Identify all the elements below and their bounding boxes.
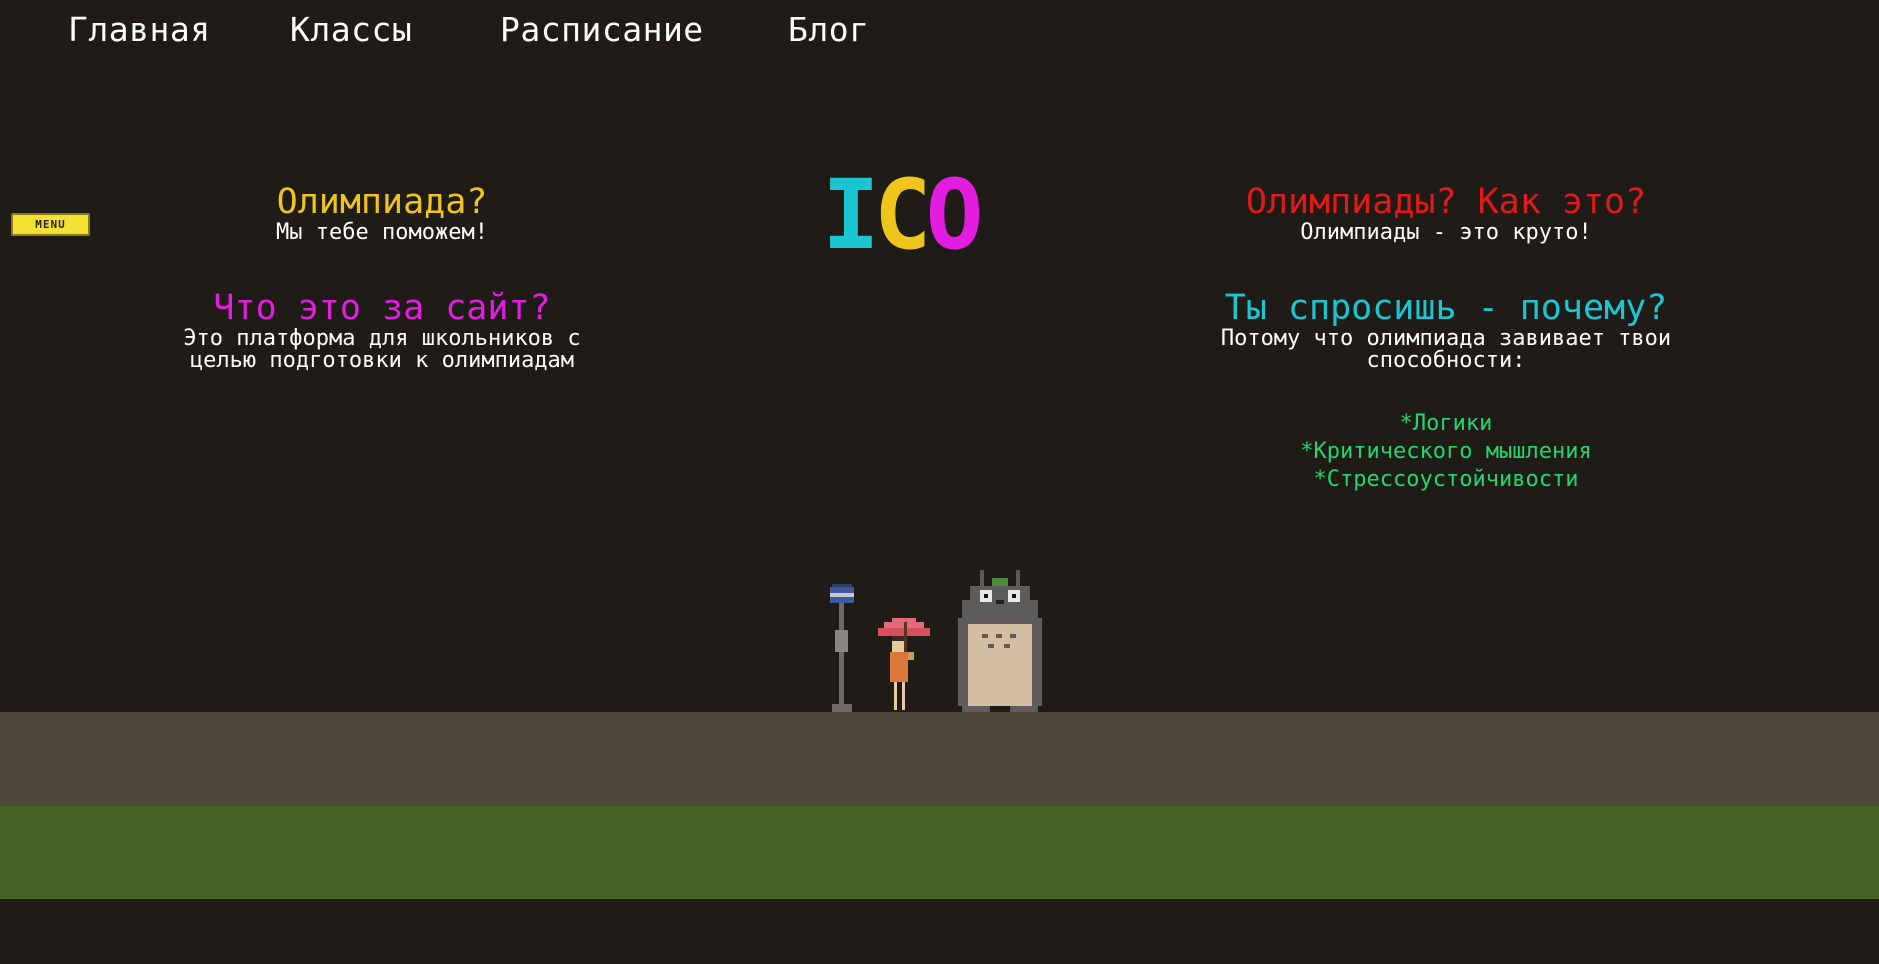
pixel-scene [830,570,1042,712]
top-nav: Главная Классы Расписание Блог [0,6,1879,54]
olympiad-block: Олимпиады? Как это? Олимпиады - это крут… [1196,182,1696,244]
intro-heading: Олимпиада? [276,182,488,222]
totoro-icon [958,570,1042,712]
olympiad-body: Олимпиады - это круто! [1300,220,1592,245]
about-body-line2: целью подготовки к олимпиадам [189,348,575,373]
olympiad-heading: Олимпиады? Как это? [1245,182,1647,222]
about-heading: Что это за сайт? [213,288,551,328]
road-strip [0,712,1879,806]
site-logo: ICO [822,159,1002,271]
logo-letter-i: I [822,159,880,271]
nav-item-schedule[interactable]: Расписание [500,6,704,54]
intro-body: Мы тебе поможем! [276,220,488,245]
why-heading: Ты спросишь - почему? [1224,288,1668,328]
intro-block: Олимпиада? Мы тебе поможем! [182,182,582,244]
logo-letter-o: O [925,159,984,271]
logo-letter-c: C [873,159,932,271]
nav-item-blog[interactable]: Блог [788,6,869,54]
menu-button[interactable]: MENU [11,213,90,236]
perks-list: *Логики *Критического мышления *Стрессоу… [1246,410,1646,494]
grass-strip [0,806,1879,899]
about-block: Что это за сайт? Это платформа для школь… [132,288,632,372]
about-body-line1: Это платформа для школьников с [183,326,581,351]
why-block: Ты спросишь - почему? Потому что олимпиа… [1196,288,1696,372]
why-body-line1: Потому что олимпиада завивает твои [1220,326,1672,351]
page: Главная Классы Расписание Блог MENU Олим… [0,0,1879,964]
nav-item-classes[interactable]: Классы [290,6,412,54]
perk-item: *Логики [1399,411,1493,436]
why-body-line2: способности: [1366,348,1526,373]
perk-item: *Стрессоустойчивости [1313,467,1579,492]
nav-item-home[interactable]: Главная [68,6,211,54]
girl-with-umbrella-icon [878,618,930,710]
perk-item: *Критического мышления [1300,439,1592,464]
bus-stop-sign-icon [830,584,854,712]
